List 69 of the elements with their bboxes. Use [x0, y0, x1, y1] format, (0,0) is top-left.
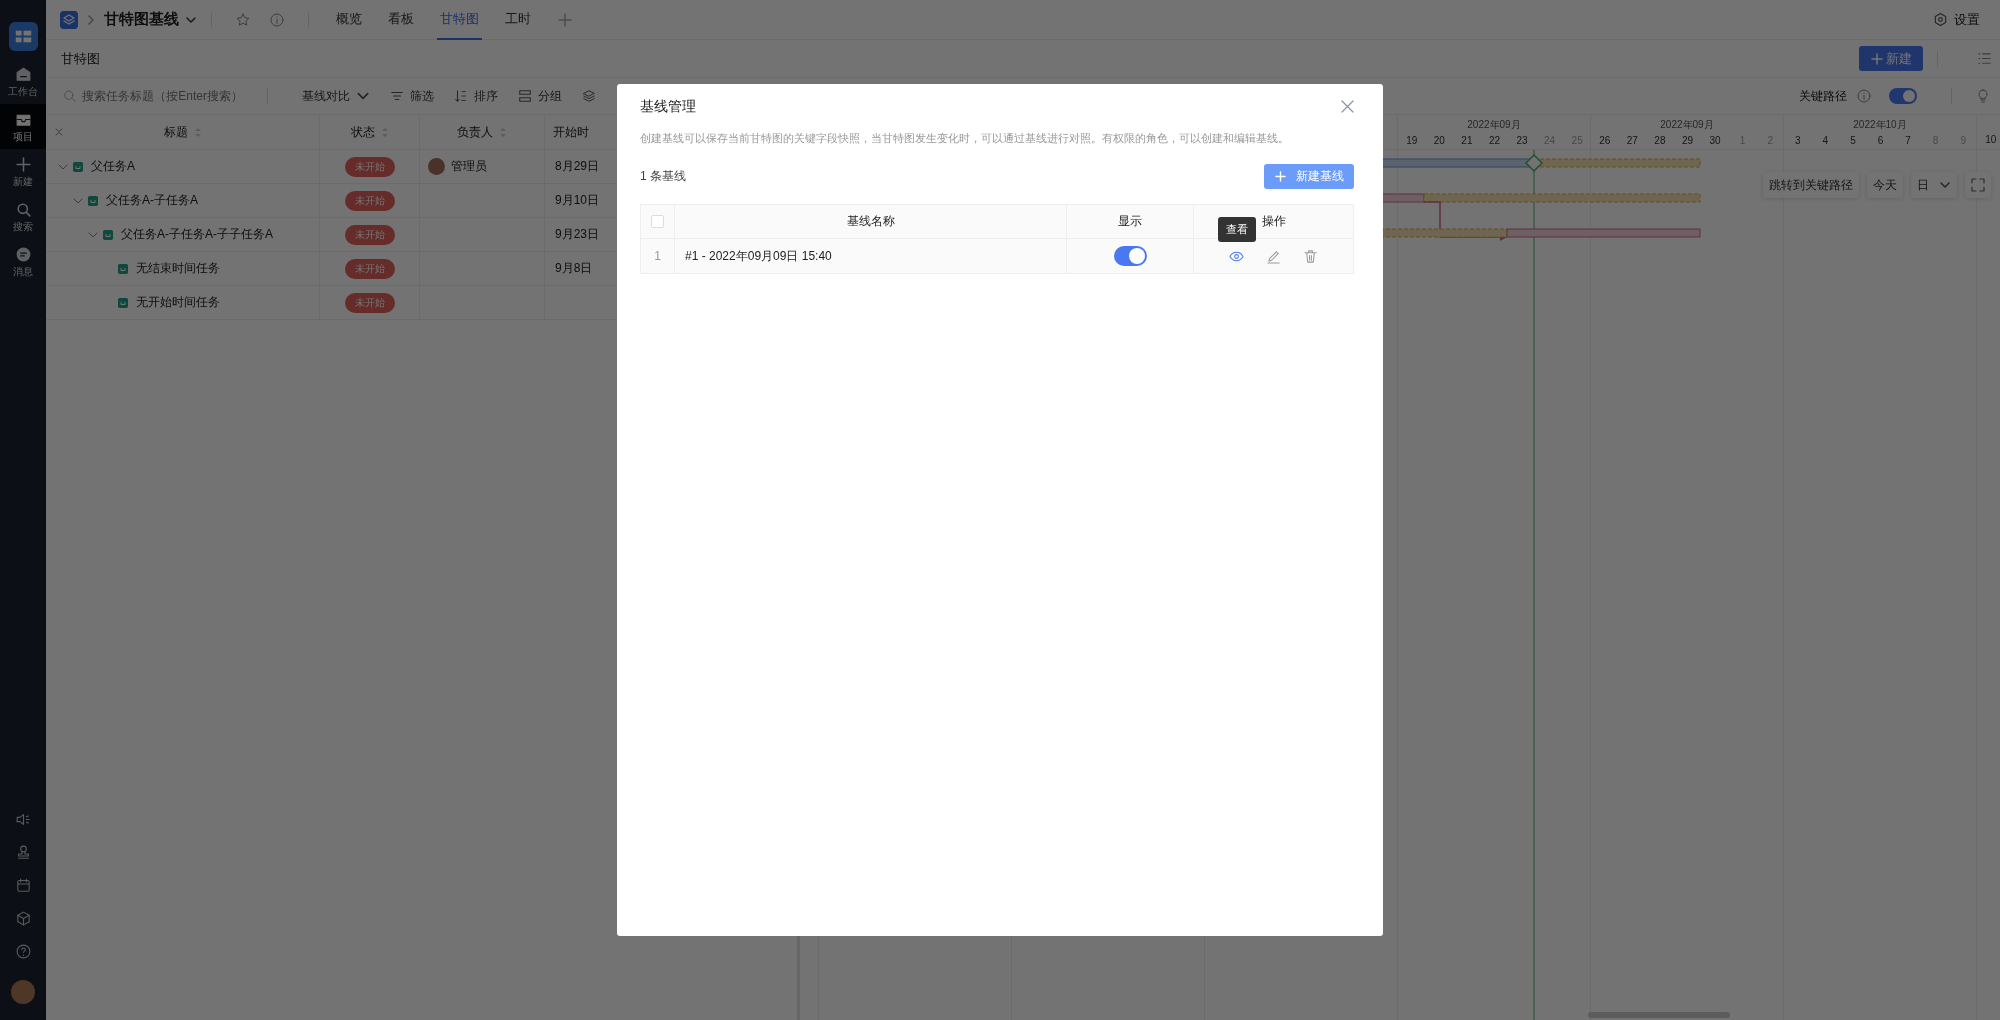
task-title: 父任务A-子任务A-子子任务A [121, 226, 273, 243]
status-badge: 未开始 [344, 190, 395, 211]
tab[interactable]: 看板 [385, 0, 417, 40]
sidebar-item[interactable]: 新建 [0, 149, 46, 194]
toolbar-button[interactable]: 基线对比 [302, 87, 370, 105]
status-badge: 未开始 [344, 224, 395, 245]
new-baseline-button[interactable]: 新建基线 [1264, 164, 1354, 189]
today-button[interactable]: 今天 [1867, 172, 1903, 198]
status-badge: 未开始 [344, 258, 395, 279]
day-label: 3 [1795, 135, 1801, 146]
column-header[interactable]: 负责人 [457, 123, 493, 141]
dialog-description: 创建基线可以保存当前甘特图的关键字段快照，当甘特图发生变化时，可以通过基线进行对照。有权限的角色，可以创建和编辑基线。 [640, 131, 1290, 146]
day-label: 23 [1516, 135, 1528, 146]
toolbar-button[interactable]: 分组 [518, 87, 562, 105]
tooltip: 查看 [1218, 217, 1256, 242]
toolbar-button[interactable]: 排序 [454, 87, 498, 105]
day-label: 4 [1822, 135, 1829, 146]
tab[interactable]: 概览 [333, 0, 365, 40]
day-label: 29 [1681, 135, 1694, 146]
start-date: 9月8日 [555, 260, 593, 277]
scale-dropdown[interactable]: 日 [1911, 172, 1957, 198]
day-label: 21 [1461, 135, 1473, 146]
day-label: 7 [1905, 135, 1911, 146]
new-button[interactable]: 新建 [1859, 46, 1923, 71]
day-label: 19 [1406, 135, 1418, 146]
month-label: 2022年09月 [1467, 119, 1521, 130]
column-header[interactable]: 开始时 [553, 123, 589, 141]
sidebar-item[interactable]: 工作台 [0, 59, 46, 104]
project-title[interactable]: 甘特图基线 [104, 10, 179, 29]
column-header: 操作 [1261, 213, 1286, 230]
day-label: 26 [1599, 135, 1611, 146]
day-label: 28 [1654, 135, 1666, 146]
dialog-title: 基线管理 [640, 97, 696, 116]
day-label: 20 [1433, 135, 1445, 146]
settings-label[interactable]: 设置 [1954, 10, 1980, 29]
start-date: 8月29日 [555, 158, 600, 175]
sidebar-item[interactable]: 搜索 [0, 194, 46, 239]
column-header[interactable]: 标题 [163, 123, 188, 141]
sidebar-item[interactable]: 消息 [0, 239, 46, 284]
day-label: 10 [1985, 134, 1997, 145]
start-date: 9月10日 [555, 192, 600, 209]
column-header: 显示 [1118, 213, 1142, 230]
status-badge: 未开始 [344, 292, 395, 313]
owner-name: 管理员 [451, 158, 487, 175]
search-field[interactable]: 搜索任务标题（按Enter搜索） [63, 83, 253, 109]
jump-to-critical-path-button[interactable]: 跳转到关键路径 [1763, 172, 1859, 198]
day-label: 6 [1877, 135, 1884, 146]
critical-path-label: 关键路径 [1799, 87, 1847, 105]
column-header: 基线名称 [846, 213, 895, 230]
day-label: 5 [1850, 135, 1856, 146]
day-label: 30 [1709, 135, 1721, 146]
page-title: 甘特图 [61, 49, 100, 68]
start-date: 9月23日 [555, 226, 600, 243]
toolbar-button[interactable]: 筛选 [390, 87, 434, 105]
baseline-count: 1 条基线 [640, 168, 686, 185]
column-header[interactable]: 状态 [350, 123, 375, 141]
task-title: 父任务A-子任务A [106, 192, 198, 209]
tab[interactable]: 甘特图 [437, 0, 482, 40]
tab[interactable]: 工时 [502, 0, 534, 40]
task-title: 无结束时间任务 [136, 260, 220, 277]
day-label: 22 [1488, 135, 1501, 146]
row-number: 1 [654, 249, 661, 263]
day-label: 27 [1626, 135, 1638, 146]
task-title: 无开始时间任务 [136, 294, 220, 311]
status-badge: 未开始 [344, 156, 395, 177]
month-label: 2022年09月 [1660, 119, 1714, 130]
month-label: 2022年10月 [1853, 119, 1907, 130]
sidebar-item[interactable]: 项目 [0, 104, 46, 149]
task-title: 父任务A [91, 158, 135, 175]
